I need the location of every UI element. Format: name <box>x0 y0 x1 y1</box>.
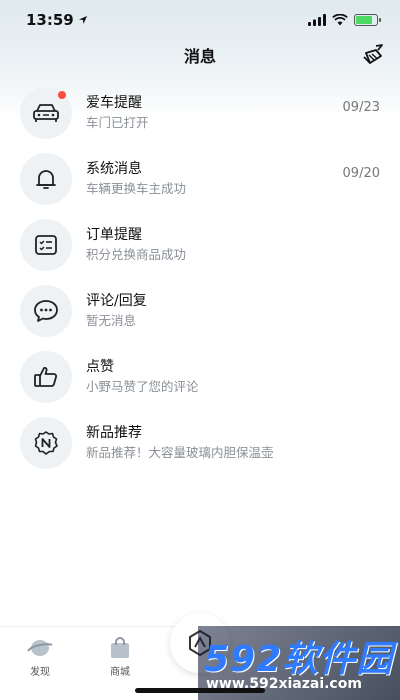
message-subtitle: 新品推荐！大容量玻璃内胆保温壶 <box>86 445 274 460</box>
message-item-comments[interactable]: 评论/回复 暂无消息 <box>0 278 400 344</box>
car-icon <box>20 87 72 139</box>
battery-icon <box>354 14 381 26</box>
message-subtitle: 小野马赞了您的评论 <box>86 379 199 394</box>
home-indicator[interactable] <box>135 688 265 693</box>
page-header: 消息 <box>0 40 400 70</box>
message-date: 09/20 <box>342 166 380 181</box>
message-subtitle: 车门已打开 <box>86 115 149 130</box>
message-item-car-reminder[interactable]: 爱车提醒 车门已打开 09/23 <box>0 80 400 146</box>
tab-label: 商城 <box>110 667 130 678</box>
message-date: 09/23 <box>342 100 380 115</box>
status-time: 13:59 <box>26 11 88 29</box>
status-indicators <box>308 14 381 26</box>
message-title: 系统消息 <box>86 161 142 177</box>
checklist-icon <box>20 219 72 271</box>
clear-messages-button[interactable] <box>360 43 386 67</box>
shopping-bag-icon <box>111 637 129 658</box>
message-subtitle: 积分兑换商品成功 <box>86 247 187 262</box>
message-subtitle: 暂无消息 <box>86 313 137 328</box>
tab-mall[interactable]: 商城 <box>90 637 150 685</box>
bell-icon <box>20 153 72 205</box>
message-item-new-products[interactable]: 新品推荐 新品推荐！大容量玻璃内胆保温壶 <box>0 410 400 476</box>
message-title: 爱车提醒 <box>86 95 142 111</box>
status-bar: 13:59 <box>0 0 400 40</box>
clock-text: 13:59 <box>26 11 74 29</box>
thumbs-up-icon <box>20 351 72 403</box>
message-title: 订单提醒 <box>86 227 142 243</box>
tab-label: 发现 <box>30 667 50 678</box>
message-item-order[interactable]: 订单提醒 积分兑换商品成功 <box>0 212 400 278</box>
message-item-likes[interactable]: 点赞 小野马赞了您的评论 <box>0 344 400 410</box>
watermark-logo-text: 592软件园 <box>204 639 394 680</box>
message-subtitle: 车辆更换车主成功 <box>86 181 187 196</box>
chat-bubble-icon <box>20 285 72 337</box>
tab-discover[interactable]: 发现 <box>10 637 70 685</box>
wifi-icon <box>332 14 348 26</box>
message-title: 评论/回复 <box>86 293 147 309</box>
location-arrow-icon <box>78 16 87 24</box>
message-title: 点赞 <box>86 359 114 375</box>
broom-icon <box>363 44 383 64</box>
message-title: 新品推荐 <box>86 425 142 441</box>
unread-dot <box>58 91 66 99</box>
message-list: 爱车提醒 车门已打开 09/23 系统消息 车辆更换车主成功 09/20 订单提… <box>0 80 400 476</box>
n-badge-icon <box>20 417 72 469</box>
page-title: 消息 <box>183 47 216 66</box>
message-item-system[interactable]: 系统消息 车辆更换车主成功 09/20 <box>0 146 400 212</box>
planet-icon <box>27 640 53 656</box>
signal-icon <box>308 14 326 26</box>
